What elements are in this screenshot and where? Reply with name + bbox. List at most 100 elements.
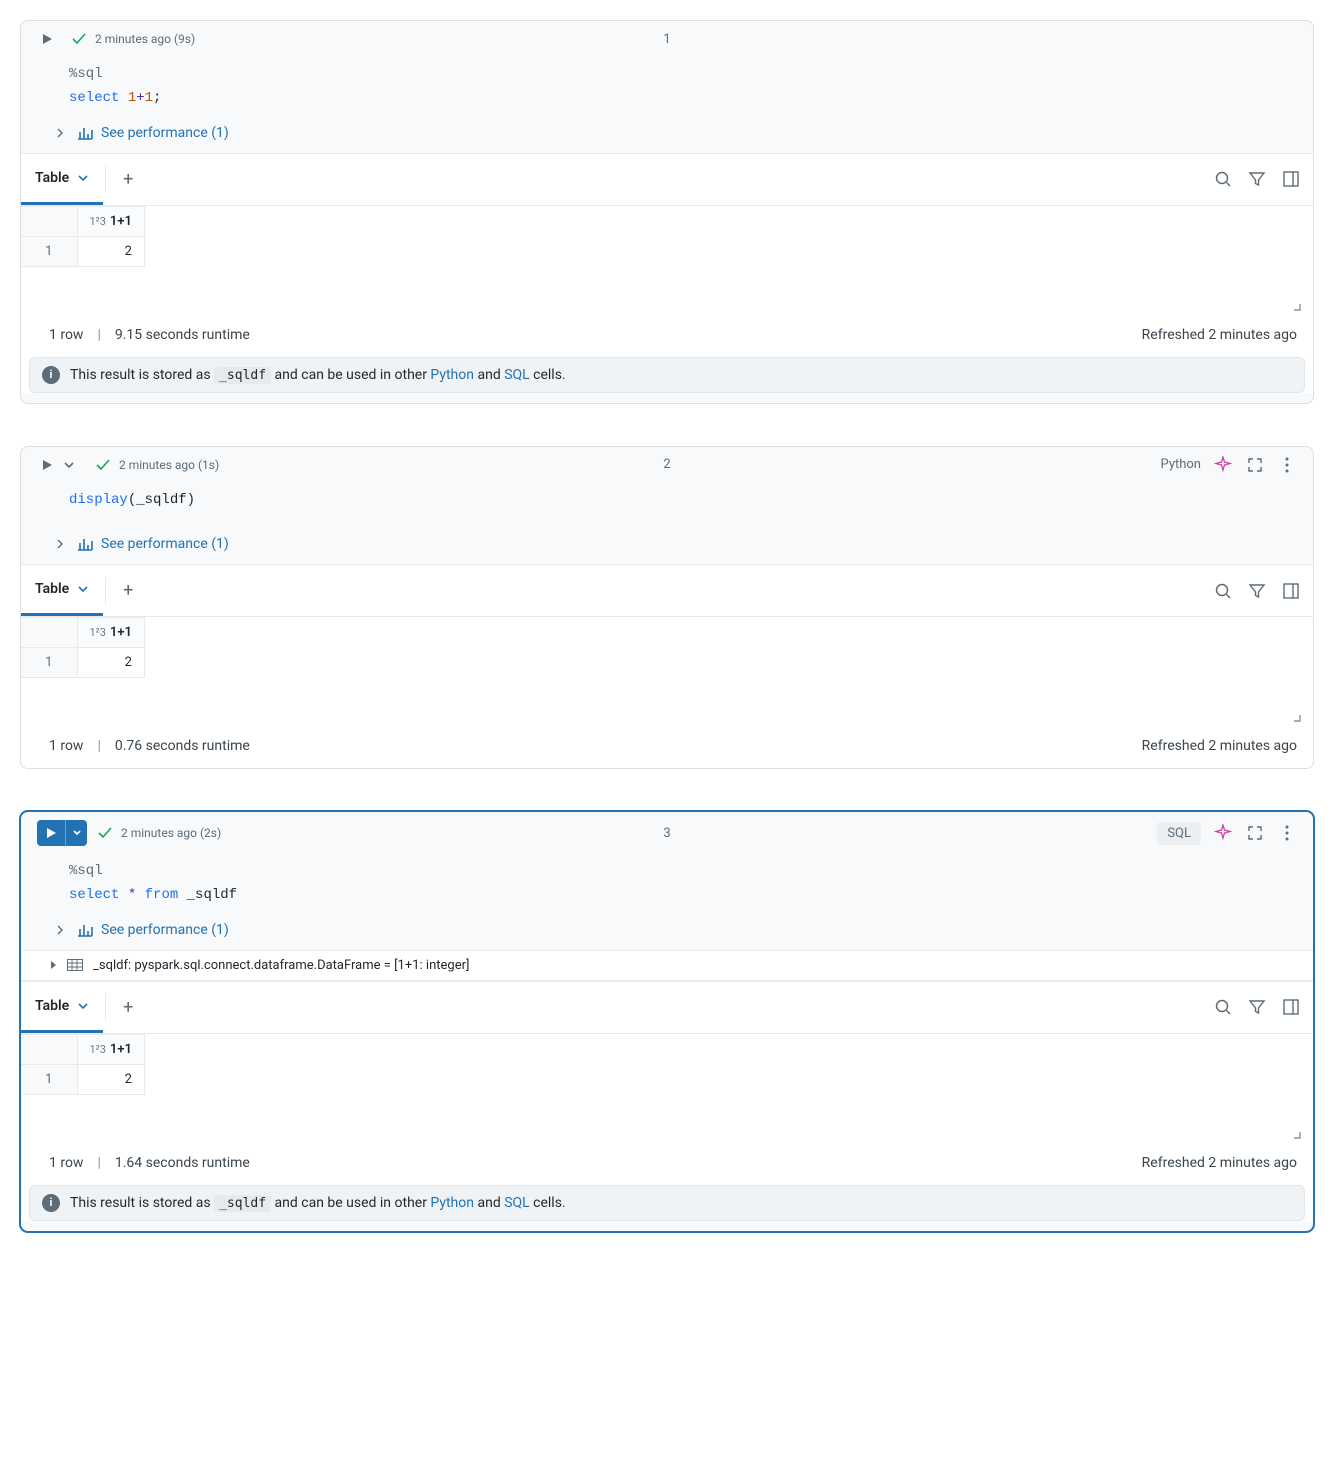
- chevron-right-icon: [55, 128, 69, 138]
- cell-number: 1: [663, 32, 670, 47]
- result-tabs: Table +: [21, 154, 1313, 206]
- chevron-down-icon: [77, 172, 89, 184]
- notebook-cell: 2 minutes ago (9s) 1 %sql select 1+1; Se…: [20, 20, 1314, 404]
- table-row[interactable]: 1 2: [21, 1064, 144, 1094]
- chevron-down-icon: [77, 583, 89, 595]
- caret-right-icon: [49, 961, 57, 969]
- chevron-down-icon: [77, 1000, 89, 1012]
- sql-link[interactable]: SQL: [504, 367, 529, 383]
- code-editor[interactable]: display(_sqldf): [21, 483, 1313, 523]
- add-tab-button[interactable]: +: [114, 580, 142, 601]
- table-row[interactable]: 1 2: [21, 648, 144, 678]
- schema-text: _sqldf: pyspark.sql.connect.dataframe.Da…: [93, 958, 469, 973]
- cell-header: 2 minutes ago (1s) 2 Python: [21, 447, 1313, 483]
- cell-header: 2 minutes ago (9s) 1: [21, 21, 1313, 57]
- cell-number: 2: [663, 457, 670, 472]
- cell-timestamp: 2 minutes ago (2s): [121, 826, 221, 840]
- column-header[interactable]: 1²31+1: [77, 206, 144, 236]
- search-icon[interactable]: [1213, 169, 1233, 189]
- run-button[interactable]: [37, 455, 57, 475]
- panel-icon[interactable]: [1281, 581, 1301, 601]
- row-number-header: [21, 618, 77, 648]
- python-link[interactable]: Python: [430, 367, 474, 383]
- column-header[interactable]: 1²31+1: [77, 1034, 144, 1064]
- run-button[interactable]: [37, 29, 57, 49]
- divider: [105, 993, 106, 1021]
- code-editor[interactable]: %sql select * from _sqldf: [21, 854, 1313, 918]
- result-panel: Table + 1²31+1: [21, 564, 1313, 768]
- resize-handle-icon[interactable]: [1287, 297, 1301, 311]
- chevron-right-icon: [55, 925, 69, 935]
- table-row[interactable]: 1 2: [21, 236, 144, 266]
- column-header[interactable]: 1²31+1: [77, 618, 144, 648]
- table-tab[interactable]: Table: [21, 565, 103, 616]
- info-icon: i: [42, 1194, 60, 1212]
- panel-icon[interactable]: [1281, 997, 1301, 1017]
- language-label[interactable]: SQL: [1157, 822, 1201, 845]
- add-tab-button[interactable]: +: [114, 997, 142, 1018]
- kebab-menu-icon[interactable]: [1277, 823, 1297, 843]
- chevron-down-icon[interactable]: [65, 820, 87, 846]
- table-icon: [67, 959, 83, 971]
- expand-icon[interactable]: [1245, 823, 1265, 843]
- filter-icon[interactable]: [1247, 997, 1267, 1017]
- add-tab-button[interactable]: +: [114, 169, 142, 190]
- bar-chart-icon: [77, 923, 93, 937]
- notebook-cell: 2 minutes ago (1s) 2 Python display(_sql…: [20, 446, 1314, 770]
- panel-icon[interactable]: [1281, 169, 1301, 189]
- row-count: 1 row: [49, 1155, 83, 1171]
- bar-chart-icon: [77, 126, 93, 140]
- info-icon: i: [42, 366, 60, 384]
- language-label[interactable]: Python: [1161, 457, 1201, 472]
- result-panel: Table +: [21, 153, 1313, 393]
- cell-header: 2 minutes ago (2s) 3 SQL: [21, 812, 1313, 854]
- schema-row[interactable]: _sqldf: pyspark.sql.connect.dataframe.Da…: [21, 950, 1313, 981]
- result-table[interactable]: 1²31+1 1 2: [21, 617, 145, 678]
- cell-number: 3: [663, 826, 670, 841]
- row-number-header: [21, 206, 77, 236]
- runtime: 9.15 seconds runtime: [115, 327, 250, 343]
- sparkle-icon[interactable]: [1213, 823, 1233, 843]
- result-tabs: Table +: [21, 565, 1313, 617]
- see-performance-link[interactable]: See performance (1): [21, 918, 1313, 950]
- bar-chart-icon: [77, 537, 93, 551]
- row-count: 1 row: [49, 738, 83, 754]
- chevron-down-icon[interactable]: [61, 457, 77, 473]
- resize-handle-icon[interactable]: [1287, 708, 1301, 722]
- result-panel: Table + 1²31+1 1 2: [21, 981, 1313, 1221]
- success-check-icon: [69, 29, 89, 49]
- code-editor[interactable]: %sql select 1+1;: [21, 57, 1313, 121]
- refreshed-label: Refreshed 2 minutes ago: [1142, 738, 1297, 754]
- search-icon[interactable]: [1213, 997, 1233, 1017]
- chevron-right-icon: [55, 539, 69, 549]
- see-performance-link[interactable]: See performance (1): [21, 121, 1313, 153]
- result-table[interactable]: 1²31+1 1 2: [21, 206, 145, 267]
- python-link[interactable]: Python: [430, 1195, 474, 1211]
- result-footer: 1 row | 0.76 seconds runtime Refreshed 2…: [21, 726, 1313, 768]
- result-tabs: Table +: [21, 982, 1313, 1034]
- row-number-header: [21, 1034, 77, 1064]
- search-icon[interactable]: [1213, 581, 1233, 601]
- result-table[interactable]: 1²31+1 1 2: [21, 1034, 145, 1095]
- filter-icon[interactable]: [1247, 581, 1267, 601]
- result-footer: 1 row | 1.64 seconds runtime Refreshed 2…: [21, 1143, 1313, 1185]
- sql-link[interactable]: SQL: [504, 1195, 529, 1211]
- expand-icon[interactable]: [1245, 455, 1265, 475]
- cell-timestamp: 2 minutes ago (9s): [95, 32, 195, 46]
- refreshed-label: Refreshed 2 minutes ago: [1142, 1155, 1297, 1171]
- run-button[interactable]: [37, 820, 87, 846]
- play-icon: [37, 820, 65, 846]
- info-banner: i This result is stored as _sqldf and ca…: [29, 357, 1305, 393]
- table-tab[interactable]: Table: [21, 982, 103, 1033]
- filter-icon[interactable]: [1247, 169, 1267, 189]
- kebab-menu-icon[interactable]: [1277, 455, 1297, 475]
- see-performance-link[interactable]: See performance (1): [21, 532, 1313, 564]
- sparkle-icon[interactable]: [1213, 455, 1233, 475]
- runtime: 1.64 seconds runtime: [115, 1155, 250, 1171]
- cell-timestamp: 2 minutes ago (1s): [119, 458, 219, 472]
- refreshed-label: Refreshed 2 minutes ago: [1142, 327, 1297, 343]
- table-tab[interactable]: Table: [21, 154, 103, 205]
- success-check-icon: [95, 823, 115, 843]
- resize-handle-icon[interactable]: [1287, 1125, 1301, 1139]
- notebook-cell: 2 minutes ago (2s) 3 SQL %sql select * f…: [20, 811, 1314, 1232]
